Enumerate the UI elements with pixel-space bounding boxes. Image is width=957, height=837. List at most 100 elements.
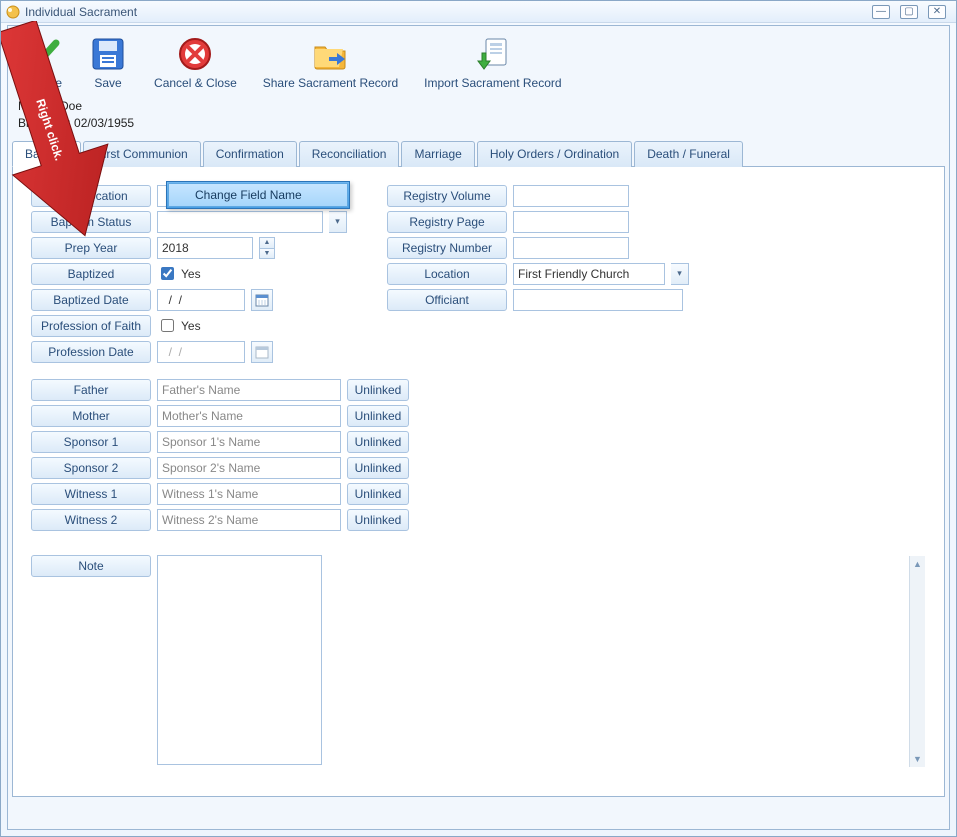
profession-date-input <box>157 341 245 363</box>
window-body: & Close Save Cancel & Close Share Sacram… <box>7 25 950 830</box>
tab-baptism[interactable]: Baptism <box>12 141 81 167</box>
baptized-date-picker[interactable] <box>251 289 273 311</box>
witness2-link-button[interactable]: Unlinked <box>347 509 409 531</box>
import-icon <box>473 34 513 74</box>
witness1-input[interactable] <box>157 483 341 505</box>
floppy-icon <box>88 34 128 74</box>
minimize-button[interactable]: — <box>872 5 890 19</box>
baptized-date-input[interactable] <box>157 289 245 311</box>
mother-link-button[interactable]: Unlinked <box>347 405 409 427</box>
close-button[interactable]: ✕ <box>928 5 946 19</box>
baptized-label[interactable]: Baptized <box>31 263 151 285</box>
maximize-button[interactable]: ▢ <box>900 5 918 19</box>
tab-first-communion[interactable]: First Communion <box>83 141 200 167</box>
save-label: Save <box>94 76 121 90</box>
note-textarea[interactable] <box>157 555 322 765</box>
sponsor1-input[interactable] <box>157 431 341 453</box>
profession-date-picker[interactable] <box>251 341 273 363</box>
location-dropdown[interactable]: ▾ <box>671 263 689 285</box>
save-button[interactable]: Save <box>84 32 132 92</box>
window-title: Individual Sacrament <box>25 5 137 19</box>
registry-number-input[interactable] <box>513 237 629 259</box>
registry-volume-label[interactable]: Registry Volume <box>387 185 507 207</box>
sponsor2-input[interactable] <box>157 457 341 479</box>
baptized-yes-text: Yes <box>181 267 201 281</box>
import-label: Import Sacrament Record <box>424 76 561 90</box>
baptized-date-label[interactable]: Baptized Date <box>31 289 151 311</box>
app-window: Individual Sacrament — ▢ ✕ & Close Save <box>0 0 957 837</box>
registry-number-label[interactable]: Registry Number <box>387 237 507 259</box>
birth-pre: Birth <box>18 116 43 130</box>
share-label: Share Sacrament Record <box>263 76 398 90</box>
sponsor1-link-button[interactable]: Unlinked <box>347 431 409 453</box>
prep-year-label[interactable]: Prep Year <box>31 237 151 259</box>
person-row-mother: Mother Unlinked <box>31 405 926 427</box>
birth-location-label[interactable]: Birth Location <box>31 185 151 207</box>
tab-holy-orders[interactable]: Holy Orders / Ordination <box>477 141 632 167</box>
officiant-label[interactable]: Officiant <box>387 289 507 311</box>
father-label[interactable]: Father <box>31 379 151 401</box>
tab-confirmation[interactable]: Confirmation <box>203 141 297 167</box>
tab-strip: Baptism First Communion Confirmation Rec… <box>12 140 945 167</box>
witness1-label[interactable]: Witness 1 <box>31 483 151 505</box>
save-and-close-button[interactable]: & Close <box>16 32 66 92</box>
tab-marriage[interactable]: Marriage <box>401 141 474 167</box>
person-row-father: Father Unlinked <box>31 379 926 401</box>
mother-label[interactable]: Mother <box>31 405 151 427</box>
registry-page-label[interactable]: Registry Page <box>387 211 507 233</box>
registry-page-input[interactable] <box>513 211 629 233</box>
cancel-close-label: Cancel & Close <box>154 76 237 90</box>
calendar-icon <box>255 293 269 307</box>
sponsor1-label[interactable]: Sponsor 1 <box>31 431 151 453</box>
birth-post: e: 02/03/1955 <box>61 116 134 130</box>
note-scrollbar[interactable]: ▲ ▼ <box>909 556 925 767</box>
person-row-witness2: Witness 2 Unlinked <box>31 509 926 531</box>
prep-year-input[interactable] <box>157 237 253 259</box>
tab-death-funeral[interactable]: Death / Funeral <box>634 141 743 167</box>
right-fields: Registry Volume Registry Page Registry N… <box>387 185 689 363</box>
save-close-label: & Close <box>20 76 62 90</box>
toolbar: & Close Save Cancel & Close Share Sacram… <box>8 26 949 94</box>
father-input[interactable] <box>157 379 341 401</box>
father-link-button[interactable]: Unlinked <box>347 379 409 401</box>
witness2-input[interactable] <box>157 509 341 531</box>
people-block: Father Unlinked Mother Unlinked Sponsor … <box>31 379 926 531</box>
note-row: Note ▲ ▼ <box>31 555 926 768</box>
registry-volume-input[interactable] <box>513 185 629 207</box>
cancel-and-close-button[interactable]: Cancel & Close <box>150 32 241 92</box>
spinner-down-icon[interactable]: ▼ <box>259 248 275 259</box>
person-header: Mrxxxn Doe Birthxxxe: 02/03/1955 <box>8 94 949 140</box>
scroll-down-icon[interactable]: ▼ <box>910 751 925 767</box>
location-input[interactable] <box>513 263 665 285</box>
context-menu: Change Field Name <box>166 181 350 209</box>
sponsor2-label[interactable]: Sponsor 2 <box>31 457 151 479</box>
baptism-status-label[interactable]: Baptism Status <box>31 211 151 233</box>
tab-reconciliation[interactable]: Reconciliation <box>299 141 400 167</box>
change-field-name-item[interactable]: Change Field Name <box>168 183 348 207</box>
person-name-pre: Mr <box>18 99 32 113</box>
spinner-up-icon[interactable]: ▲ <box>259 237 275 248</box>
note-label[interactable]: Note <box>31 555 151 577</box>
witness2-label[interactable]: Witness 2 <box>31 509 151 531</box>
cancel-icon <box>175 34 215 74</box>
import-record-button[interactable]: Import Sacrament Record <box>420 32 565 92</box>
mother-input[interactable] <box>157 405 341 427</box>
prep-year-spinner[interactable]: ▲ ▼ <box>259 237 275 259</box>
location-label[interactable]: Location <box>387 263 507 285</box>
profession-date-label[interactable]: Profession Date <box>31 341 151 363</box>
profession-of-faith-label[interactable]: Profession of Faith <box>31 315 151 337</box>
sponsor2-link-button[interactable]: Unlinked <box>347 457 409 479</box>
baptized-checkbox[interactable] <box>161 267 174 280</box>
share-record-button[interactable]: Share Sacrament Record <box>259 32 402 92</box>
profession-of-faith-checkbox[interactable] <box>161 319 174 332</box>
share-folder-icon <box>310 34 350 74</box>
person-row-sponsor1: Sponsor 1 Unlinked <box>31 431 926 453</box>
baptism-status-input[interactable] <box>157 211 323 233</box>
witness1-link-button[interactable]: Unlinked <box>347 483 409 505</box>
baptism-panel: Birth Location ▾ Baptism Status ▾ Prep Y… <box>12 167 945 797</box>
person-name-post: n Doe <box>50 99 82 113</box>
scroll-up-icon[interactable]: ▲ <box>910 556 925 572</box>
officiant-input[interactable] <box>513 289 683 311</box>
left-fields: Birth Location ▾ Baptism Status ▾ Prep Y… <box>31 185 347 363</box>
baptism-status-dropdown[interactable]: ▾ <box>329 211 347 233</box>
